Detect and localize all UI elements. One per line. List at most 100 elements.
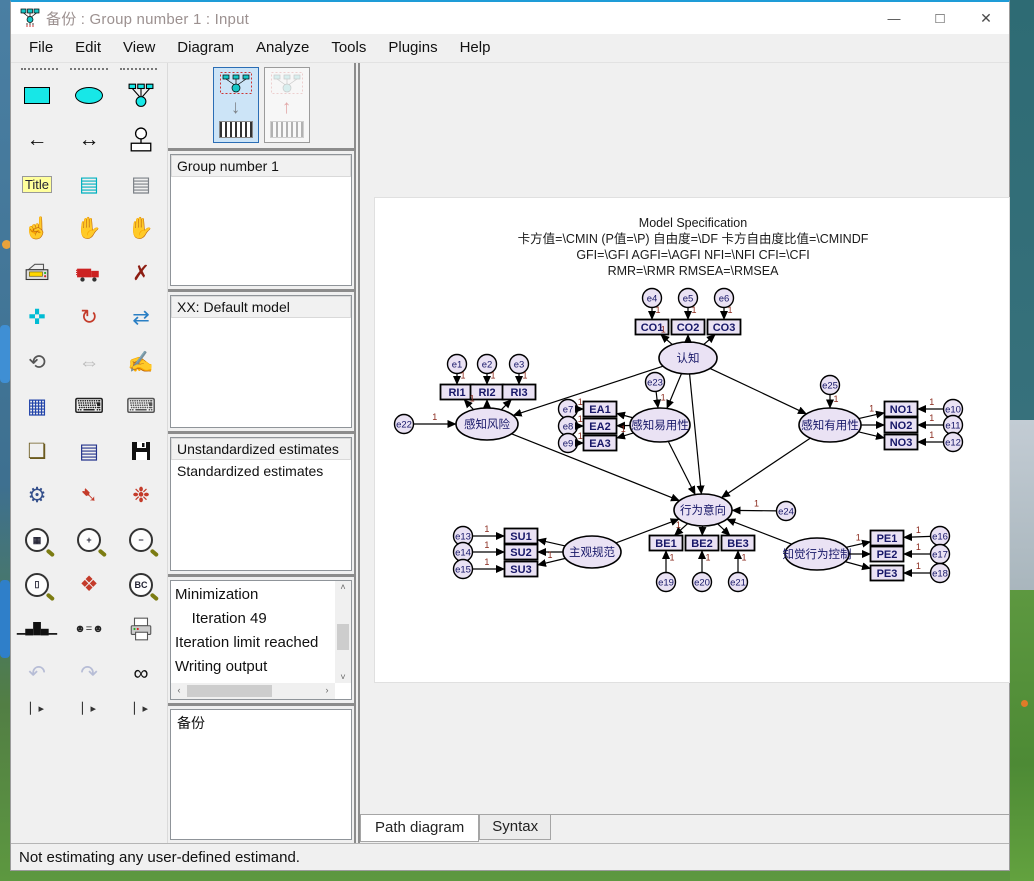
view-input-path-diagram-button[interactable]: ↓	[213, 67, 259, 143]
multiple-group-analysis-button[interactable]: ☻=☻	[63, 607, 115, 652]
calculate-estimates-button[interactable]: ⌨	[115, 385, 167, 430]
path-cog-useful[interactable]	[710, 368, 806, 414]
amos-app-icon	[20, 8, 40, 28]
menu-analyze[interactable]: Analyze	[245, 34, 320, 62]
draw-covariance-button[interactable]: ↔	[63, 118, 115, 163]
move-objects-button[interactable]	[63, 251, 115, 296]
path-cog-intent[interactable]	[690, 374, 702, 494]
touch-up-button[interactable]: ✍	[115, 340, 167, 385]
adjust-arrow-curvature-button[interactable]: ⟲	[11, 340, 63, 385]
erase-objects-button[interactable]: ✗	[115, 251, 167, 296]
undo-button[interactable]: ↶	[11, 652, 63, 697]
scroll-thumb[interactable]	[337, 624, 349, 650]
panel-section-splitter[interactable]	[168, 702, 354, 707]
zoom-in-button[interactable]: +	[63, 518, 115, 563]
panel-section-splitter[interactable]	[168, 573, 354, 578]
path-weight-label: 1	[548, 550, 553, 560]
scroll-left-arrow[interactable]: ‹	[172, 685, 186, 695]
select-all-objects-button[interactable]: ✋	[63, 207, 115, 252]
specification-search-icon: ∞	[134, 663, 149, 684]
draw-unique-variable-button[interactable]	[115, 118, 167, 163]
path-intent-BE3[interactable]	[718, 524, 730, 536]
view-output-path-diagram-button[interactable]: ↑	[264, 67, 310, 143]
log-horizontal-scrollbar[interactable]: ‹ ›	[171, 683, 335, 699]
menu-diagram[interactable]: Diagram	[166, 34, 245, 62]
toolbox-expander[interactable]: ▏▸	[63, 702, 115, 715]
path-risk-RI3[interactable]	[501, 400, 511, 410]
scroll-up-arrow[interactable]: ˄	[335, 582, 351, 592]
move-parameter-values-button[interactable]: ✜	[11, 296, 63, 341]
menu-edit[interactable]: Edit	[64, 34, 112, 62]
list-variables-in-dataset-button[interactable]: ▤	[115, 162, 167, 207]
toolbox-expander[interactable]: ▏▸	[11, 702, 63, 715]
deselect-all-objects-button[interactable]: ✋	[115, 207, 167, 252]
file-item[interactable]: 备份	[171, 710, 351, 736]
panel-section-splitter[interactable]	[168, 147, 354, 152]
estimates-item[interactable]: Unstandardized estimates	[171, 438, 351, 460]
print-button[interactable]	[115, 607, 167, 652]
path-cog-CO3[interactable]	[704, 335, 716, 345]
minimize-button[interactable]: —	[871, 3, 917, 33]
menu-help[interactable]: Help	[449, 34, 502, 62]
view-text-output-button[interactable]: ▤	[63, 429, 115, 474]
tab-syntax[interactable]: Syntax	[479, 815, 551, 840]
panel-section-splitter[interactable]	[168, 288, 354, 293]
path-ease-intent[interactable]	[668, 441, 695, 494]
object-properties-button[interactable]: ⚙	[11, 474, 63, 519]
scroll-thumb[interactable]	[187, 685, 272, 697]
close-button[interactable]: ✕	[963, 3, 1009, 33]
tab-path-diagram[interactable]: Path diagram	[360, 815, 479, 842]
estimates-item[interactable]: Standardized estimates	[171, 460, 351, 482]
path-useful-NO3[interactable]	[858, 432, 884, 438]
specification-search-button[interactable]: ∞	[115, 652, 167, 697]
draw-indicator-variable-button[interactable]	[115, 73, 167, 118]
path-control-PE3[interactable]	[845, 562, 870, 569]
menu-view[interactable]: View	[112, 34, 166, 62]
scroll-down-arrow[interactable]: ˅	[335, 672, 351, 682]
path-useful-intent[interactable]	[721, 438, 810, 498]
path-e24-intent[interactable]	[732, 510, 777, 511]
analysis-properties-button[interactable]: ⌨	[63, 385, 115, 430]
model-item[interactable]: XX: Default model	[171, 296, 351, 318]
maximize-button[interactable]: □	[917, 3, 963, 33]
toolbox-expander[interactable]: ▏▸	[115, 702, 167, 715]
zoom-select-button[interactable]: ▦	[11, 518, 63, 563]
redo-button[interactable]: ↷	[63, 652, 115, 697]
list-variables-in-model-button[interactable]: ▤	[63, 162, 115, 207]
draw-observed-variable-button[interactable]	[11, 73, 63, 118]
path-norm-SU1[interactable]	[538, 540, 566, 546]
loupe-examine-button[interactable]: BC	[115, 563, 167, 608]
path-e16-PE1[interactable]	[904, 536, 931, 537]
figure-caption-button[interactable]: Title	[11, 162, 63, 207]
reflect-indicators-button[interactable]: ⇄	[115, 296, 167, 341]
scroll-page-button[interactable]: ⇔	[63, 340, 115, 385]
path-e23-ease[interactable]	[656, 391, 658, 408]
menu-tools[interactable]: Tools	[320, 34, 377, 62]
loupe-examine-icon: BC	[129, 573, 153, 597]
zoom-out-button[interactable]: −	[115, 518, 167, 563]
group-item[interactable]: Group number 1	[171, 155, 351, 177]
scroll-right-arrow[interactable]: ›	[320, 685, 334, 695]
rotate-indicators-button[interactable]: ↻	[63, 296, 115, 341]
preserve-symmetries-button[interactable]: ❉	[115, 474, 167, 519]
bayesian-estimation-button[interactable]: ▁▄█▄▁	[11, 607, 63, 652]
zoom-whole-page-button[interactable]: ▯	[11, 563, 63, 608]
path-cog-CO1[interactable]	[661, 335, 673, 345]
log-vertical-scrollbar[interactable]: ˄ ˅	[335, 581, 351, 683]
path-ease-EA1[interactable]	[617, 413, 633, 417]
path-cog-ease[interactable]	[667, 374, 682, 409]
draw-unobserved-variable-button[interactable]	[63, 73, 115, 118]
data-files-button[interactable]: ▦	[11, 385, 63, 430]
duplicate-objects-button[interactable]	[11, 251, 63, 296]
menu-file[interactable]: File	[18, 34, 64, 62]
zoom-select-icon: ▦	[25, 528, 49, 552]
resize-to-fit-page-button[interactable]: ❖	[63, 563, 115, 608]
copy-to-clipboard-button[interactable]: ❏	[11, 429, 63, 474]
select-one-object-button[interactable]: ☝	[11, 207, 63, 252]
path-control-PE1[interactable]	[846, 542, 870, 548]
menu-plugins[interactable]: Plugins	[377, 34, 448, 62]
panel-section-splitter[interactable]	[168, 430, 354, 435]
drag-properties-button[interactable]: ➷	[63, 474, 115, 519]
save-diagram-button[interactable]	[115, 429, 167, 474]
draw-path-button[interactable]: ←	[11, 118, 63, 163]
